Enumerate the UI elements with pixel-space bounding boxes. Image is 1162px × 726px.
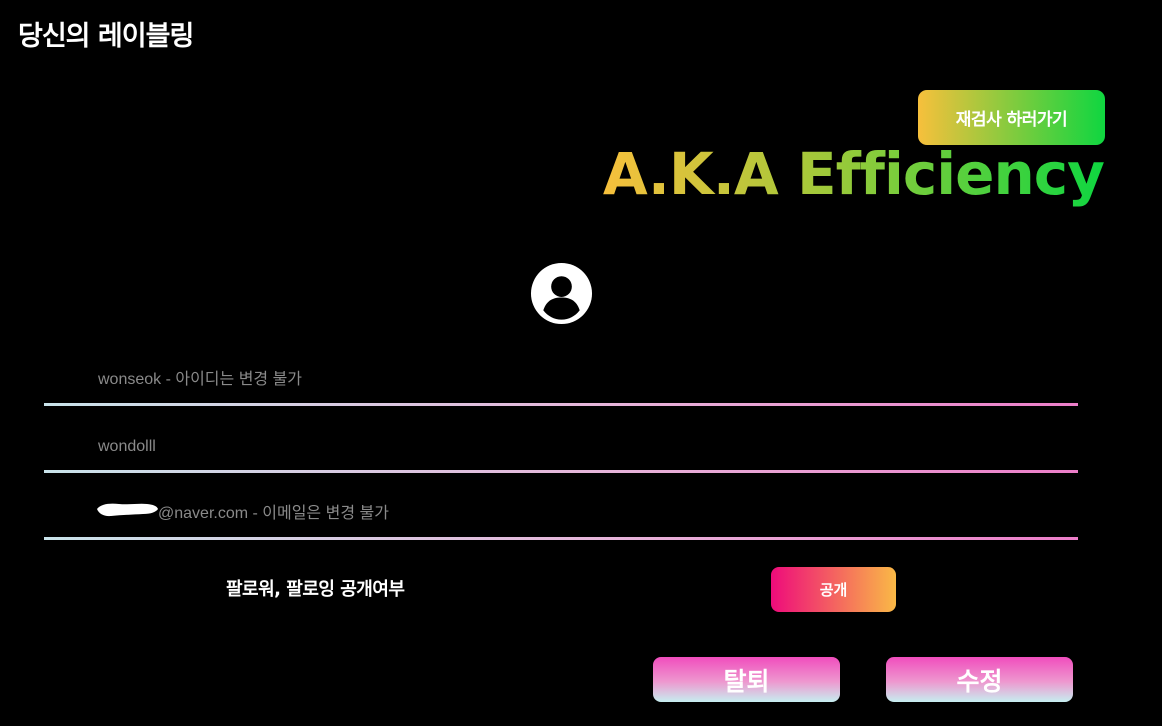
follow-privacy-label: 팔로워, 팔로잉 공개여부 (226, 579, 405, 600)
public-toggle-button[interactable]: 공개 (771, 567, 896, 612)
email-field (44, 490, 1078, 540)
email-input[interactable] (44, 490, 1078, 537)
id-underline (44, 403, 1078, 406)
edit-button[interactable]: 수정 (886, 657, 1073, 702)
nickname-input[interactable] (44, 423, 1078, 470)
id-input[interactable] (44, 356, 1078, 403)
aka-label: A.K.A Efficiency (602, 140, 1105, 208)
withdraw-button[interactable]: 탈퇴 (653, 657, 840, 702)
nickname-underline (44, 470, 1078, 473)
id-field (44, 356, 1078, 406)
user-circle-icon (530, 262, 593, 325)
nickname-field (44, 423, 1078, 473)
redaction-mark (97, 503, 158, 517)
retest-button[interactable]: 재검사 하러가기 (918, 90, 1105, 145)
email-underline (44, 537, 1078, 540)
page-title: 당신의 레이블링 (18, 21, 194, 52)
